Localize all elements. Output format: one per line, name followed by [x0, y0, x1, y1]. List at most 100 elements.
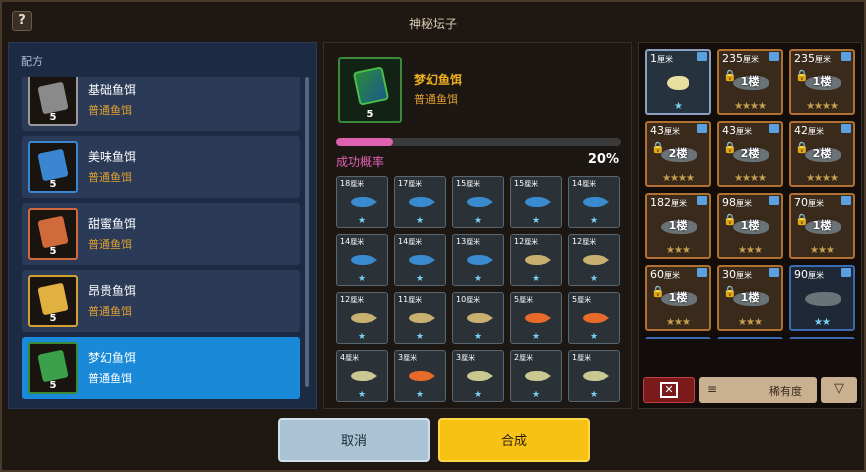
window-title: 神秘坛子 [408, 17, 457, 31]
rarity-stars: ★★★ [738, 245, 763, 256]
floor-label: 1楼 [668, 291, 688, 304]
fish-icon [583, 313, 605, 323]
inventory-slot[interactable]: 1厘米 ★ [645, 49, 711, 115]
fish-size-unit: 厘米 [577, 354, 592, 362]
recipe-item[interactable]: 5 美味鱼饵 普通鱼饵 [22, 136, 300, 198]
recipe-item[interactable]: 5 梦幻鱼饵 普通鱼饵 [22, 337, 300, 399]
ingredient-slot[interactable]: 3厘米 ★ [394, 350, 446, 402]
fish-size: 1厘米 [572, 353, 591, 363]
fish-size: 3厘米 [398, 353, 417, 363]
inventory-slot[interactable]: 235厘米 🔒 1楼 ★★★★ [789, 49, 855, 115]
ingredient-slot[interactable]: 14厘米 ★ [568, 176, 620, 228]
fish-tail-icon [545, 198, 551, 206]
ingredient-slot[interactable]: 14厘米 ★ [394, 234, 446, 286]
fish-size-unit: 厘米 [736, 271, 752, 280]
recipe-scrollbar[interactable] [305, 77, 309, 387]
ingredient-slot[interactable]: 12厘米 ★ [510, 234, 562, 286]
fish-size-value: 14 [572, 179, 583, 188]
star-icon: ★ [589, 274, 599, 284]
success-value: 20% [587, 152, 619, 167]
fish-size: 42厘米 [794, 124, 824, 137]
bookmark-icon [841, 124, 851, 133]
ingredient-slot[interactable]: 15厘米 ★ [510, 176, 562, 228]
ingredient-slot[interactable]: 15厘米 ★ [452, 176, 504, 228]
bookmark-icon [841, 52, 851, 61]
fish-size: 182厘米 [650, 196, 687, 209]
fish-size: 2厘米 [514, 353, 533, 363]
recipe-item[interactable]: 5 基础鱼饵 普通鱼饵 [22, 77, 300, 131]
inventory-slot[interactable]: 30厘米🔒1楼 [717, 337, 783, 339]
inventory-slot[interactable]: 30厘米 🔒 1楼 ★★★ [717, 265, 783, 331]
ingredient-slot[interactable]: 1厘米 ★ [568, 350, 620, 402]
ingredient-slot[interactable]: 5厘米 ★ [568, 292, 620, 344]
craft-button[interactable]: 合成 [438, 418, 590, 462]
fish-size-value: 43 [722, 124, 736, 137]
ingredient-slot[interactable]: 2厘米 ★ [510, 350, 562, 402]
sort-button[interactable]: ≡ 稀有度 [699, 377, 817, 403]
fish-tail-icon [487, 314, 493, 322]
inventory-slot[interactable]: 235厘米 🔒 1楼 ★★★★ [717, 49, 783, 115]
ingredient-slot[interactable]: 11厘米 ★ [394, 292, 446, 344]
inventory-slot[interactable]: 90厘米 ★★ [789, 265, 855, 331]
fish-size-unit: 厘米 [408, 180, 423, 188]
inventory-slot[interactable]: 43厘米 🔒 2楼 ★★★★ [717, 121, 783, 187]
inventory-slot[interactable]: 43厘米 🔒 2楼 ★★★★ [645, 121, 711, 187]
star-icon: ★ [357, 332, 367, 342]
ingredient-slot[interactable]: 5厘米 ★ [510, 292, 562, 344]
fish-icon [583, 197, 605, 207]
ingredient-slot[interactable]: 12厘米 ★ [336, 292, 388, 344]
star-icon: ★ [473, 332, 483, 342]
star-icon: ★ [473, 216, 483, 226]
recipe-name: 美味鱼饵 [88, 150, 137, 164]
fish-tail-icon [545, 256, 551, 264]
fish-icon [805, 292, 841, 306]
ingredient-slot[interactable]: 13厘米 ★ [452, 234, 504, 286]
floor-label: 1楼 [668, 219, 688, 232]
bait-icon [37, 282, 69, 316]
fish-size-unit: 厘米 [466, 238, 481, 246]
star-icon: ★ [357, 390, 367, 400]
star-icon: ★ [589, 390, 599, 400]
fish-size: 5厘米 [572, 295, 591, 305]
fish-size-unit: 厘米 [664, 271, 680, 280]
fish-size-value: 14 [340, 237, 351, 246]
floor-label: 2楼 [812, 147, 832, 160]
fish-tail-icon [429, 314, 435, 322]
bait-slot: 5 [28, 342, 78, 394]
fish-size-value: 43 [650, 124, 664, 137]
bookmark-icon [769, 124, 779, 133]
sort-direction-button[interactable]: ▽ [821, 377, 857, 403]
ingredient-slot[interactable]: 12厘米 ★ [568, 234, 620, 286]
ingredient-slot[interactable]: 4厘米 ★ [336, 350, 388, 402]
fish-size-unit: 厘米 [403, 354, 418, 362]
inventory-slot[interactable]: 70厘米 🔒 1楼 ★★★ [789, 193, 855, 259]
recipe-rarity: 普通鱼饵 [88, 372, 132, 385]
fish-size-unit: 厘米 [466, 180, 481, 188]
fish-size-unit: 厘米 [736, 127, 752, 136]
cancel-button[interactable]: 取消 [278, 418, 430, 462]
recipe-rarity: 普通鱼饵 [88, 171, 132, 184]
star-icon: ★ [415, 274, 425, 284]
fish-icon [409, 313, 431, 323]
ingredient-slot[interactable]: 3厘米 ★ [452, 350, 504, 402]
ingredient-slot[interactable]: 14厘米 ★ [336, 234, 388, 286]
fish-size-unit: 厘米 [408, 296, 423, 304]
recipe-name: 昂贵鱼饵 [88, 284, 137, 298]
fish-size-value: 235 [794, 52, 815, 65]
inventory-slot[interactable]: 98厘米 🔒 1楼 ★★★ [717, 193, 783, 259]
delete-button[interactable]: ✕ [643, 377, 695, 403]
recipe-item[interactable]: 5 甜蜜鱼饵 普通鱼饵 [22, 203, 300, 265]
bookmark-icon [841, 268, 851, 277]
bookmark-icon [697, 52, 707, 61]
fish-size-value: 98 [722, 196, 736, 209]
recipe-item[interactable]: 5 昂贵鱼饵 普通鱼饵 [22, 270, 300, 332]
inventory-slot[interactable]: 182厘米 1楼 ★★★ [645, 193, 711, 259]
fish-size-unit: 厘米 [350, 296, 365, 304]
inventory-slot[interactable]: 60厘米 🔒 1楼 ★★★ [645, 265, 711, 331]
inventory-slot[interactable]: 42厘米 🔒 2楼 ★★★★ [789, 121, 855, 187]
ingredient-slot[interactable]: 10厘米 ★ [452, 292, 504, 344]
inventory-slot[interactable]: 20厘米1楼 [789, 337, 855, 339]
inventory-slot[interactable]: 75厘米1楼 [645, 337, 711, 339]
ingredient-slot[interactable]: 18厘米 ★ [336, 176, 388, 228]
ingredient-slot[interactable]: 17厘米 ★ [394, 176, 446, 228]
